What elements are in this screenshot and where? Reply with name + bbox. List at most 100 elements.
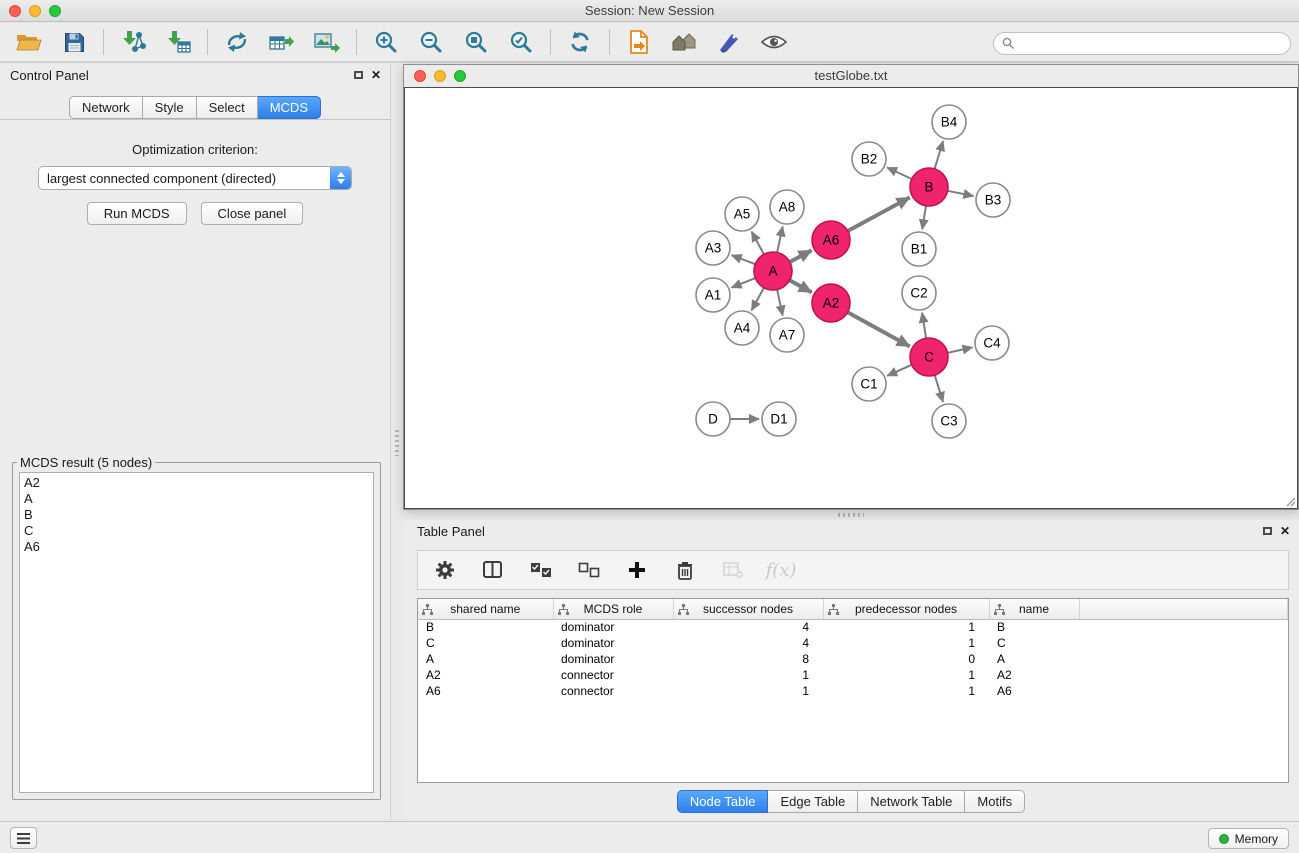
table-cell[interactable]: A	[989, 651, 1079, 667]
column-header[interactable]: MCDS role	[553, 599, 673, 619]
table-cell[interactable]: connector	[553, 683, 673, 699]
edge-C-C4[interactable]	[948, 347, 973, 353]
zoom-in-button[interactable]	[371, 27, 401, 57]
node-B3[interactable]: B3	[976, 183, 1010, 217]
close-panel-icon[interactable]: ✕	[371, 68, 381, 82]
table-settings-button[interactable]	[430, 555, 460, 585]
table-row[interactable]: A2connector11A2	[418, 667, 1288, 683]
resize-grip-icon[interactable]	[1284, 495, 1296, 507]
edge-A-A3[interactable]	[732, 255, 756, 264]
import-network-button[interactable]	[118, 27, 148, 57]
close-network-window-button[interactable]	[414, 70, 426, 82]
node-D1[interactable]: D1	[762, 402, 796, 436]
table-cell[interactable]: A6	[418, 683, 553, 699]
table-cell[interactable]: B	[989, 619, 1079, 635]
mcds-result-item[interactable]: A6	[24, 539, 369, 555]
edge-A6-B[interactable]	[848, 198, 910, 232]
zoom-fit-button[interactable]	[461, 27, 491, 57]
open-file-button[interactable]	[14, 27, 44, 57]
table-row[interactable]: A6connector11A6	[418, 683, 1288, 699]
run-mcds-button[interactable]: Run MCDS	[87, 202, 187, 225]
close-panel-button[interactable]: Close panel	[201, 202, 304, 225]
edge-A-A2[interactable]	[790, 280, 812, 292]
table-row[interactable]: Cdominator41C	[418, 635, 1288, 651]
search-input[interactable]	[1020, 36, 1282, 51]
table-row[interactable]: Adominator80A	[418, 651, 1288, 667]
graphics-details-button[interactable]	[759, 27, 789, 57]
edge-A-A8[interactable]	[777, 227, 783, 253]
edge-A2-C[interactable]	[848, 312, 910, 346]
network-canvas[interactable]: AA6A2BCA1A3A4A5A7A8B1B2B3B4C1C2C3C4DD1	[404, 87, 1298, 509]
table-cell[interactable]: A6	[989, 683, 1079, 699]
edge-A-A1[interactable]	[732, 278, 756, 288]
node-C1[interactable]: C1	[852, 367, 886, 401]
minimize-network-window-button[interactable]	[434, 70, 446, 82]
table-cell[interactable]: 0	[823, 651, 989, 667]
memory-button[interactable]: Memory	[1208, 828, 1289, 849]
node-B4[interactable]: B4	[932, 105, 966, 139]
table-cell[interactable]: C	[418, 635, 553, 651]
open-session-button[interactable]	[624, 27, 654, 57]
search-field[interactable]	[993, 32, 1291, 55]
network-canvas-svg[interactable]: AA6A2BCA1A3A4A5A7A8B1B2B3B4C1C2C3C4DD1	[405, 88, 1297, 508]
zoom-network-window-button[interactable]	[454, 70, 466, 82]
node-A1[interactable]: A1	[696, 278, 730, 312]
float-table-panel-icon[interactable]	[1263, 527, 1272, 535]
node-C4[interactable]: C4	[975, 326, 1009, 360]
tab-edge-table[interactable]: Edge Table	[768, 790, 858, 813]
edge-A-A6[interactable]	[790, 250, 812, 262]
node-A8[interactable]: A8	[770, 190, 804, 224]
column-header[interactable]: name	[989, 599, 1079, 619]
edge-C-C3[interactable]	[935, 375, 943, 402]
mcds-result-list[interactable]: A2ABCA6	[19, 472, 374, 793]
table-row[interactable]: Bdominator41B	[418, 619, 1288, 635]
edge-A-A7[interactable]	[777, 290, 783, 316]
table-cell[interactable]: 1	[823, 619, 989, 635]
node-A3[interactable]: A3	[696, 231, 730, 265]
zoom-selected-button[interactable]	[506, 27, 536, 57]
tab-network-table[interactable]: Network Table	[858, 790, 965, 813]
node-B[interactable]: B	[910, 168, 948, 206]
node-A[interactable]: A	[754, 252, 792, 290]
tab-mcds[interactable]: MCDS	[258, 96, 321, 119]
export-table-button[interactable]	[267, 27, 297, 57]
node-A5[interactable]: A5	[725, 197, 759, 231]
edge-C-C1[interactable]	[887, 365, 912, 376]
node-A6[interactable]: A6	[812, 221, 850, 259]
unselect-all-columns-button[interactable]	[574, 555, 604, 585]
table-cell[interactable]: A	[418, 651, 553, 667]
table-cell[interactable]: A2	[989, 667, 1079, 683]
table-cell[interactable]: 4	[673, 635, 823, 651]
horizontal-splitter[interactable]	[403, 510, 1299, 520]
apply-layout-button[interactable]	[565, 27, 595, 57]
mcds-result-item[interactable]: C	[24, 523, 369, 539]
create-column-button[interactable]	[622, 555, 652, 585]
tab-node-table[interactable]: Node Table	[677, 790, 769, 813]
export-network-button[interactable]	[222, 27, 252, 57]
close-table-panel-icon[interactable]: ✕	[1280, 524, 1290, 538]
table-cell[interactable]: A2	[418, 667, 553, 683]
tab-select[interactable]: Select	[197, 96, 258, 119]
edge-B-B2[interactable]	[887, 168, 912, 180]
table-cell[interactable]: 1	[673, 667, 823, 683]
table-cell[interactable]: connector	[553, 667, 673, 683]
column-header[interactable]: successor nodes	[673, 599, 823, 619]
edge-B-B1[interactable]	[922, 206, 926, 230]
node-A7[interactable]: A7	[770, 318, 804, 352]
show-panels-button[interactable]	[10, 827, 37, 849]
table-cell[interactable]: 1	[823, 635, 989, 651]
node-A4[interactable]: A4	[725, 311, 759, 345]
export-image-button[interactable]	[312, 27, 342, 57]
mcds-result-item[interactable]: A	[24, 491, 369, 507]
tab-style[interactable]: Style	[143, 96, 197, 119]
zoom-window-button[interactable]	[49, 5, 61, 17]
node-A2[interactable]: A2	[812, 284, 850, 322]
edge-B-B4[interactable]	[935, 141, 944, 169]
apply-style-button[interactable]	[714, 27, 744, 57]
node-B2[interactable]: B2	[852, 142, 886, 176]
delete-columns-button[interactable]	[670, 555, 700, 585]
table-cell[interactable]: 8	[673, 651, 823, 667]
table-cell[interactable]: 1	[823, 667, 989, 683]
table-cell[interactable]: B	[418, 619, 553, 635]
edge-C-C2[interactable]	[922, 313, 926, 338]
